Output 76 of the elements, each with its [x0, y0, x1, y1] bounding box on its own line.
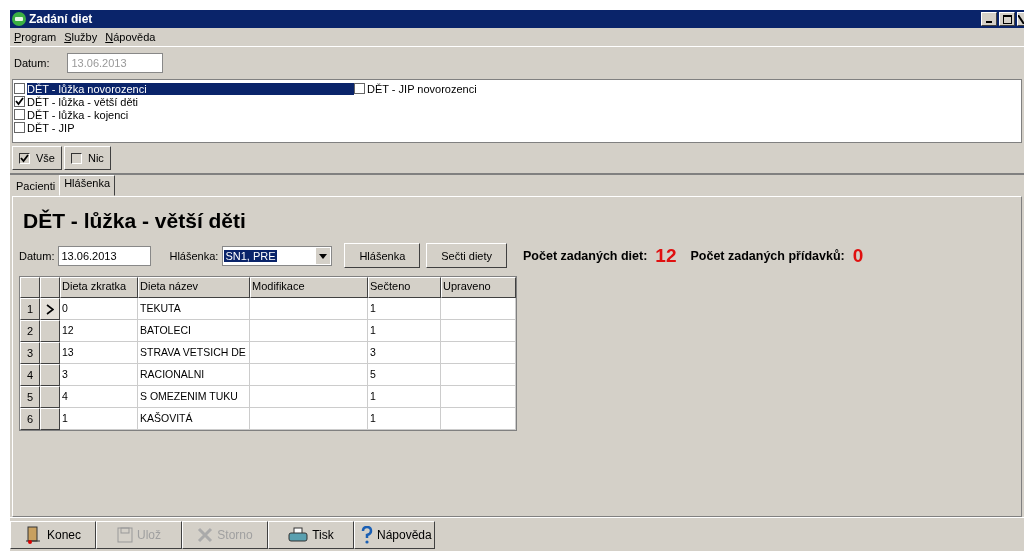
row-number: 6: [20, 408, 40, 430]
ward-item[interactable]: DĚT - lůžka - větší děti: [14, 95, 354, 108]
table-cell: 3: [60, 364, 138, 386]
header-cell: [40, 277, 60, 298]
menu-item[interactable]: Program: [14, 31, 57, 43]
ward-label: DĚT - lůžka - kojenci: [27, 108, 129, 121]
table-cell: RACIONALNI: [138, 364, 250, 386]
app-icon: [12, 12, 26, 26]
select-button[interactable]: Vše: [12, 146, 62, 170]
column-header[interactable]: Dieta zkratka: [60, 277, 138, 298]
maximize-button[interactable]: [999, 12, 1015, 26]
table-cell: 1: [368, 298, 441, 320]
action-button[interactable]: Hlášenka: [344, 243, 421, 268]
menu-item[interactable]: Nápověda: [105, 31, 156, 43]
tab[interactable]: Pacienti: [12, 179, 60, 196]
checkbox[interactable]: [14, 109, 25, 120]
table-cell: 0: [60, 298, 138, 320]
count-value: 0: [852, 244, 864, 267]
print-button[interactable]: Tisk: [268, 521, 354, 549]
table-cell: BATOLECI: [138, 320, 250, 342]
checkbox[interactable]: [14, 96, 25, 107]
printer-icon: [288, 527, 309, 543]
date-label: Datum:: [14, 57, 50, 69]
ward-item[interactable]: DĚT - JIP novorozenci: [354, 82, 694, 95]
table-cell: 1: [60, 408, 138, 430]
window-title: Zadání diet: [29, 12, 93, 26]
report-label: Hlášenka:: [169, 249, 219, 262]
table-cell: 13: [60, 342, 138, 364]
column-header[interactable]: Modifikace: [250, 277, 368, 298]
ward-item[interactable]: DĚT - lůžka - kojenci: [14, 108, 354, 121]
count-label: Počet zadaných přídavků:: [690, 248, 845, 263]
table-cell: STRAVA VETSICH DE: [138, 342, 250, 364]
column-header[interactable]: Upraveno: [441, 277, 516, 298]
help-icon: [361, 526, 373, 544]
table-cell: KAŠOVITÁ: [138, 408, 250, 430]
close-button[interactable]: [1017, 12, 1024, 26]
table-cell: 12: [60, 320, 138, 342]
table-cell: 1: [368, 408, 441, 430]
table-cell: 1: [368, 386, 441, 408]
table-cell: 4: [60, 386, 138, 408]
checkbox[interactable]: [354, 83, 365, 94]
row-number: 4: [20, 364, 40, 386]
row-number: 1: [20, 298, 40, 320]
cross-icon: [197, 527, 214, 543]
date-field[interactable]: 13.06.2013: [58, 245, 152, 266]
ward-label: DĚT - lůžka - větší děti: [27, 95, 139, 108]
ward-heading: DĚT - lůžka - větší děti: [23, 209, 247, 233]
row-number: 5: [20, 386, 40, 408]
tab[interactable]: Hlášenka: [59, 175, 115, 196]
select-button[interactable]: Nic: [63, 146, 111, 170]
menu-item[interactable]: Služby: [64, 31, 98, 43]
report-dropdown[interactable]: SN1, PRE: [222, 245, 333, 266]
table-cell: S OMEZENIM TUKU: [138, 386, 250, 408]
date-label: Datum:: [19, 249, 55, 262]
door-icon: [25, 526, 43, 544]
action-button[interactable]: Sečti diety: [426, 243, 507, 268]
row-number: 2: [20, 320, 40, 342]
row-number: 3: [20, 342, 40, 364]
ward-label: DĚT - JIP novorozenci: [367, 82, 477, 95]
minimize-button[interactable]: [981, 12, 997, 26]
table-cell: 1: [368, 320, 441, 342]
maximize-icon: [1002, 14, 1012, 24]
table-cell: TEKUTA: [138, 298, 250, 320]
help-button[interactable]: Nápověda: [354, 521, 435, 549]
column-header[interactable]: Sečteno: [368, 277, 441, 298]
count-value: 12: [655, 244, 677, 267]
count-label: Počet zadaných diet:: [523, 248, 648, 263]
checkbox[interactable]: [14, 83, 25, 94]
table-cell: 3: [368, 342, 441, 364]
checkbox[interactable]: [14, 122, 25, 133]
exit-button[interactable]: Konec: [10, 521, 96, 549]
column-header[interactable]: Dieta název: [138, 277, 250, 298]
ward-item[interactable]: DĚT - JIP: [14, 121, 354, 134]
corner-cell: [20, 277, 40, 298]
ward-label: DĚT - JIP: [27, 121, 75, 134]
table-cell: 5: [368, 364, 441, 386]
